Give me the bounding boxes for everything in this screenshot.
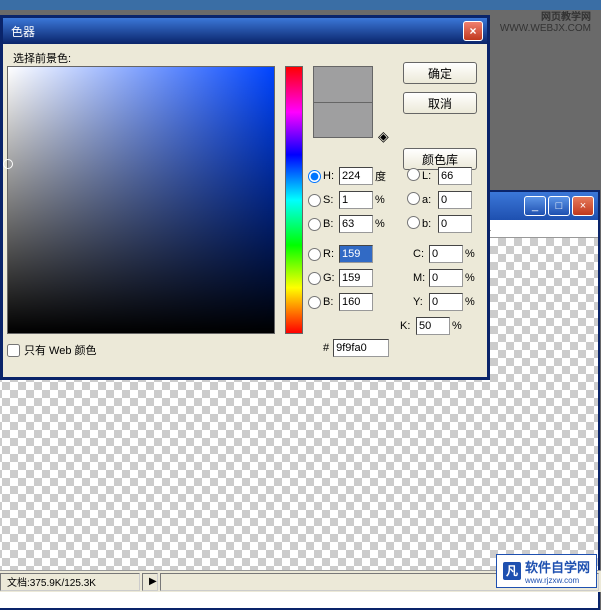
ok-button[interactable]: 确定 <box>403 62 477 84</box>
m-label: M: <box>413 272 429 284</box>
cancel-button[interactable]: 取消 <box>403 92 477 114</box>
l-label: L: <box>422 170 438 182</box>
bv-input[interactable] <box>339 215 373 233</box>
cube-icon[interactable]: ◈ <box>378 128 389 145</box>
dialog-titlebar: 色器 × <box>3 18 487 44</box>
a-label: a: <box>422 194 438 206</box>
k-label: K: <box>400 320 416 332</box>
hue-slider[interactable] <box>285 66 303 334</box>
top-links: 网页教学网 WWW.WEBJX.COM <box>500 8 591 34</box>
c-label: C: <box>413 248 429 260</box>
dialog-title: 色器 <box>11 23 35 40</box>
g-label: G: <box>323 272 339 284</box>
g-radio[interactable] <box>308 272 321 285</box>
y-unit: % <box>465 296 479 308</box>
a-radio[interactable] <box>407 192 420 205</box>
b2-label: b: <box>422 218 438 230</box>
m-input[interactable] <box>429 269 463 287</box>
swatch-previous <box>313 102 373 138</box>
g-input[interactable] <box>339 269 373 287</box>
r-label: R: <box>323 248 339 260</box>
y-label: Y: <box>413 296 429 308</box>
swatch-new <box>313 66 373 102</box>
b2-radio[interactable] <box>407 216 420 229</box>
minimize-button[interactable]: _ <box>524 196 546 216</box>
doc-size-status: 文档:375.9K/125.3K <box>0 573 140 591</box>
b2-input[interactable] <box>438 215 472 233</box>
watermark-url: www.rjzxw.com <box>525 576 590 585</box>
top-link-url: WWW.WEBJX.COM <box>500 23 591 34</box>
maximize-button[interactable]: □ <box>548 196 570 216</box>
h-label: H: <box>323 170 339 182</box>
b-input[interactable] <box>339 293 373 311</box>
r-radio[interactable] <box>308 248 321 261</box>
s-radio[interactable] <box>308 194 321 207</box>
c-unit: % <box>465 248 479 260</box>
b-radio[interactable] <box>308 296 321 309</box>
l-radio[interactable] <box>407 168 420 181</box>
l-input[interactable] <box>438 167 472 185</box>
watermark: 凡 软件自学网 www.rjzxw.com <box>496 554 597 588</box>
h-unit: 度 <box>375 168 389 184</box>
h-radio[interactable] <box>308 170 321 183</box>
status-arrow-icon[interactable]: ▶ <box>142 573 158 591</box>
color-inputs: H: 度 L: S: % a: B: % <box>308 164 483 338</box>
color-cursor-icon <box>3 159 13 169</box>
doc-close-button[interactable]: × <box>572 196 594 216</box>
web-only-checkbox[interactable] <box>7 344 20 357</box>
k-unit: % <box>452 320 466 332</box>
color-swatch <box>313 66 373 138</box>
s-input[interactable] <box>339 191 373 209</box>
watermark-icon: 凡 <box>503 562 521 580</box>
dialog-close-button[interactable]: × <box>463 21 483 41</box>
bv-radio[interactable] <box>308 218 321 231</box>
r-input[interactable] <box>339 245 373 263</box>
color-field[interactable] <box>7 66 275 334</box>
web-only-label: 只有 Web 颜色 <box>24 342 97 358</box>
k-input[interactable] <box>416 317 450 335</box>
c-input[interactable] <box>429 245 463 263</box>
bv-label: B: <box>323 218 339 230</box>
s-unit: % <box>375 194 389 206</box>
bv-unit: % <box>375 218 389 230</box>
watermark-text: 软件自学网 <box>525 560 590 575</box>
h-input[interactable] <box>339 167 373 185</box>
s-label: S: <box>323 194 339 206</box>
top-link-title: 网页教学网 <box>500 8 591 23</box>
hex-input[interactable] <box>333 339 389 357</box>
color-picker-dialog: 色器 × 选择前景色: ◈ 确定 取消 颜色库 H: 度 <box>0 15 490 380</box>
hash-label: # <box>323 342 329 354</box>
a-input[interactable] <box>438 191 472 209</box>
m-unit: % <box>465 272 479 284</box>
y-input[interactable] <box>429 293 463 311</box>
b-label: B: <box>323 296 339 308</box>
